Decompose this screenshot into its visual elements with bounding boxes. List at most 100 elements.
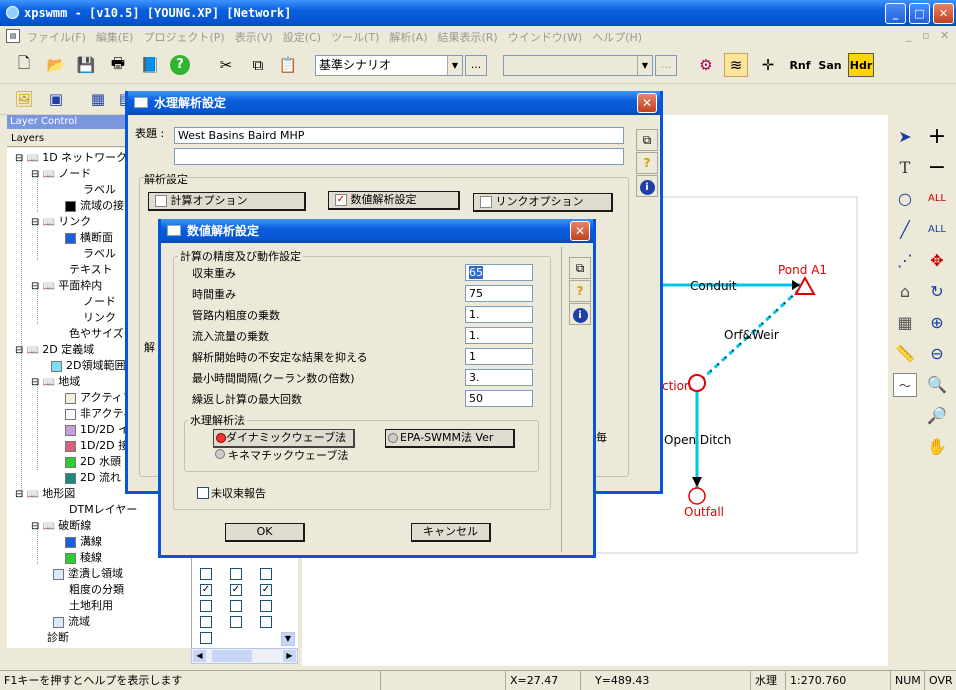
layer-visibility-checkbox[interactable]	[200, 600, 212, 612]
layer-tree-item[interactable]: 1D/2D 接	[65, 438, 129, 454]
layer-visibility-checkbox[interactable]	[260, 568, 272, 580]
layer-tree-item[interactable]: 1D/2D イ	[65, 422, 129, 438]
param-input[interactable]: 65	[465, 264, 533, 281]
info-icon[interactable]: i	[636, 175, 658, 197]
scroll-left-icon[interactable]: ◀	[193, 650, 206, 662]
save-icon[interactable]: 💾	[74, 53, 98, 77]
minus-icon[interactable]: −	[925, 156, 949, 180]
param-input[interactable]: 1.	[465, 327, 533, 344]
layer-visibility-checkbox[interactable]: ✓	[230, 584, 242, 596]
title-input[interactable]: West Basins Baird MHP	[174, 127, 624, 144]
mdi-close-icon[interactable]: ✕	[940, 29, 949, 42]
maximize-button[interactable]: □	[909, 3, 930, 24]
menu-item[interactable]: 編集(E)	[91, 26, 139, 48]
menu-item[interactable]: 表示(V)	[230, 26, 278, 48]
layer-visibility-checkbox[interactable]	[200, 568, 212, 580]
layer-visibility-checkbox[interactable]	[260, 616, 272, 628]
param-input[interactable]: 1.	[465, 306, 533, 323]
book-icon[interactable]: 📘	[138, 53, 162, 77]
refresh-icon[interactable]: ↻	[925, 280, 949, 304]
paste-icon[interactable]: 📋	[276, 53, 300, 77]
close-button[interactable]: ✕	[933, 3, 954, 24]
scenario-ellipsis-button[interactable]: ...	[465, 55, 487, 76]
layer-tree-item[interactable]: ⊟ 📖 地域	[31, 374, 80, 390]
san-button[interactable]: San	[816, 53, 844, 77]
tools-icon[interactable]: ⚙	[694, 53, 718, 77]
collapse-icon[interactable]: ⊟	[15, 153, 27, 164]
pan-hand-icon[interactable]: ✋	[925, 435, 949, 459]
dynamic-wave-option[interactable]: ダイナミックウェーブ法	[213, 429, 355, 448]
help-icon[interactable]: ?	[168, 53, 192, 77]
layer-tree-item[interactable]: 土地利用	[69, 598, 113, 614]
mdi-restore-icon[interactable]: ▫	[922, 29, 929, 42]
layer-tree-item[interactable]: テキスト	[69, 262, 113, 278]
layer-tree-item[interactable]: ラベル	[83, 182, 116, 198]
kinematic-wave-label[interactable]: キネマチックウェーブ法	[228, 447, 348, 463]
param-input[interactable]: 50	[465, 390, 533, 407]
table-icon[interactable]: ▦	[86, 87, 110, 111]
layer-visibility-checkbox[interactable]: ✓	[260, 584, 272, 596]
layer-tree-item[interactable]: リンク	[83, 310, 116, 326]
hdr-button[interactable]: Hdr	[848, 53, 874, 77]
numeric-dialog-close-button[interactable]: ✕	[570, 221, 590, 241]
layer-tree-item[interactable]: 2D 水頭	[65, 454, 121, 470]
param-input[interactable]: 75	[465, 285, 533, 302]
ruler-icon[interactable]: 📏	[893, 342, 917, 366]
layer-tree-item[interactable]: 稜線	[65, 550, 102, 566]
layer-tree-item[interactable]: 色やサイズ	[69, 326, 124, 342]
epa-swmm-option[interactable]: EPA-SWMM法 Ver	[385, 429, 515, 448]
menu-item[interactable]: 設定(C)	[278, 26, 326, 48]
menu-item[interactable]: ウインドウ(W)	[503, 26, 587, 48]
print-icon[interactable]: 🖶	[106, 53, 130, 77]
all-line-icon[interactable]: ALL	[925, 187, 949, 211]
rnf-button[interactable]: Rnf	[786, 53, 814, 77]
dashed-line-icon[interactable]: ⋰	[893, 249, 917, 273]
menu-item[interactable]: 結果表示(R)	[432, 26, 502, 48]
collapse-icon[interactable]: ⊟	[31, 521, 43, 532]
layer-tree-item[interactable]: 流域の接	[65, 198, 124, 214]
layer-tree-item[interactable]: ⊟ 📖 破断線	[31, 518, 91, 534]
layer-tree-item[interactable]: ノード	[83, 294, 116, 310]
cut-icon[interactable]: ✂	[214, 53, 238, 77]
kinematic-radio-icon[interactable]	[215, 449, 225, 459]
new-file-icon[interactable]: 🗋	[12, 53, 36, 77]
layer-visibility-checkbox[interactable]	[200, 616, 212, 628]
menu-item[interactable]: 解析(A)	[384, 26, 432, 48]
table-tool-icon[interactable]: ▦	[893, 311, 917, 335]
param-input[interactable]: 1	[465, 348, 533, 365]
help-icon[interactable]: ?	[569, 280, 591, 302]
copy-icon[interactable]: ⧉	[636, 129, 658, 151]
secondary-ellipsis-button[interactable]: ...	[655, 55, 677, 76]
layer-tree-item[interactable]: ⊟ 📖 ノード	[31, 166, 91, 182]
layer-tree-item[interactable]: 粗度の分類	[69, 582, 124, 598]
add-icon[interactable]: +	[925, 125, 949, 149]
param-input[interactable]: 3.	[465, 369, 533, 386]
layer-tree-item[interactable]: 横断面	[65, 230, 113, 246]
title-input-2[interactable]	[174, 148, 624, 165]
info-icon[interactable]: i	[569, 303, 591, 325]
tree-vscroll-down-icon[interactable]: ▼	[281, 632, 295, 646]
layer-visibility-checkbox[interactable]: ✓	[200, 584, 212, 596]
layer-tree-item[interactable]: 溝線	[65, 534, 102, 550]
line-tool-icon[interactable]: ╱	[893, 218, 917, 242]
secondary-select[interactable]: ▼	[503, 55, 653, 76]
layers-icon[interactable]: ≋	[724, 53, 748, 77]
layer-visibility-checkbox[interactable]	[260, 600, 272, 612]
collapse-icon[interactable]: ⊟	[15, 345, 27, 356]
collapse-icon[interactable]: ⊟	[31, 169, 43, 180]
copy-icon[interactable]: ⧉	[246, 53, 270, 77]
layer-visibility-checkbox[interactable]	[200, 632, 212, 644]
layer-visibility-checkbox[interactable]	[230, 600, 242, 612]
layer-tree-item[interactable]: ⊟ 📖 平面枠内	[31, 278, 102, 294]
zoom-in-icon[interactable]: ⊕	[925, 311, 949, 335]
image-icon[interactable]: 🖼	[12, 87, 36, 111]
layer-tree-item[interactable]: 2D 流れ	[65, 470, 121, 486]
layer-tree-item[interactable]: ⊟ 📖 地形図	[15, 486, 75, 502]
collapse-icon[interactable]: ⊟	[31, 217, 43, 228]
layer-tree-item[interactable]: 塗潰し領域	[53, 566, 123, 582]
menu-item[interactable]: ツール(T)	[326, 26, 384, 48]
nonconvergence-checkbox[interactable]	[197, 487, 209, 499]
layer-tree-item[interactable]: ⊟ 📖 2D 定義域	[15, 342, 94, 358]
graph-icon[interactable]: 〜	[893, 373, 917, 397]
layer-tree-item[interactable]: 診断	[47, 630, 69, 646]
